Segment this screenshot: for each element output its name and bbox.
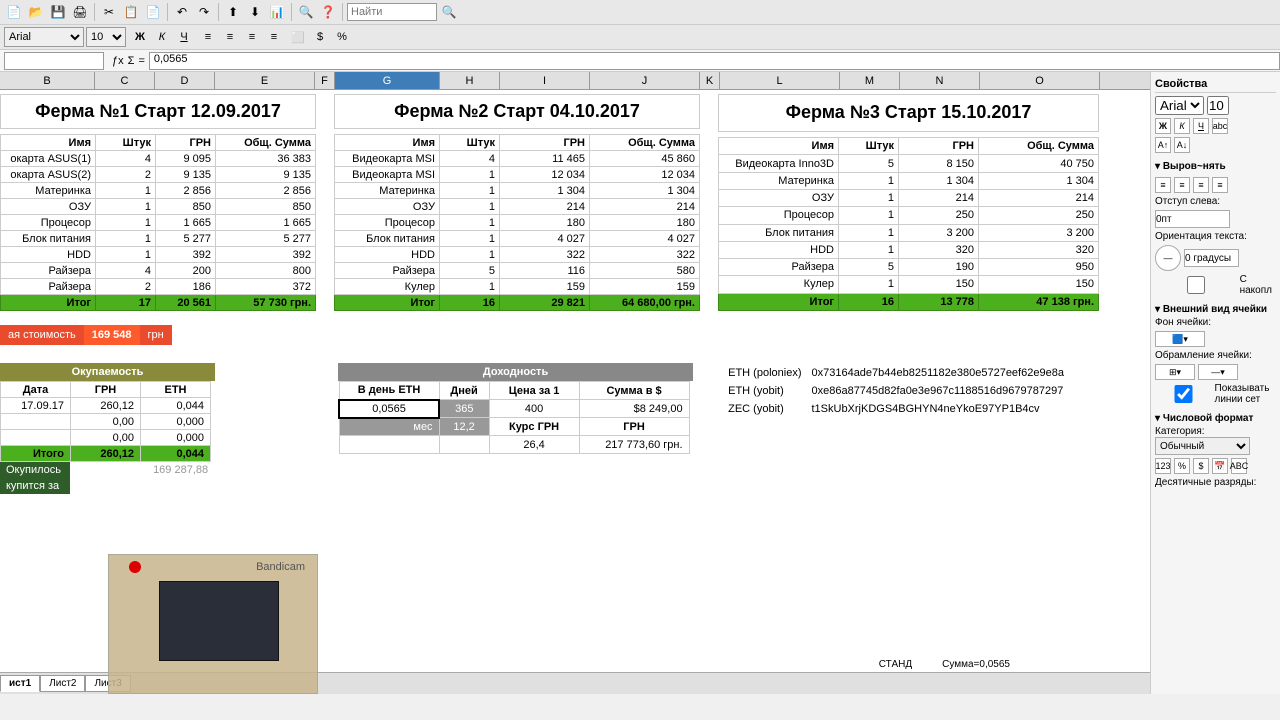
- currency-button[interactable]: $: [310, 27, 330, 47]
- redo-icon[interactable]: ↷: [194, 2, 214, 22]
- formula-bar: ƒx Σ = 0,0565: [0, 50, 1280, 72]
- find-input[interactable]: [347, 3, 437, 21]
- properties-panel: Свойства Arial Ж К Ч abc A↑ A↓ ▾ Выров~н…: [1150, 72, 1280, 694]
- border-line-picker[interactable]: —▾: [1198, 364, 1238, 380]
- column-header-J[interactable]: J: [590, 72, 700, 89]
- column-header-N[interactable]: N: [900, 72, 980, 89]
- sort-desc-icon[interactable]: ⬇: [245, 2, 265, 22]
- align-right-icon[interactable]: ≡: [1193, 177, 1209, 193]
- show-gridlines-checkbox[interactable]: [1155, 385, 1212, 403]
- orientation-degrees[interactable]: [1184, 249, 1239, 267]
- total-cost-row: ая стоимость 169 548 грн: [0, 325, 172, 345]
- fmt-date-icon[interactable]: 📅: [1212, 458, 1228, 474]
- font-name-select[interactable]: Arial: [4, 27, 84, 47]
- sum-icon[interactable]: Σ: [128, 55, 135, 67]
- status-bar: СТАНД Сумма=0,0565: [879, 656, 1010, 672]
- column-header-G[interactable]: G: [335, 72, 440, 89]
- open-icon[interactable]: 📂: [26, 2, 46, 22]
- cut-icon[interactable]: ✂: [99, 2, 119, 22]
- number-category-select[interactable]: Обычный: [1155, 437, 1250, 455]
- main-toolbar: 📄 📂 💾 🖨 ✂ 📋 📄 ↶ ↷ ⬆ ⬇ 📊 🔍 ❓ 🔍: [0, 0, 1280, 25]
- italic-button[interactable]: К: [152, 27, 172, 47]
- farm-table-3: Ферма №3 Старт 15.10.2017ИмяШтукГРНОбщ. …: [718, 94, 1099, 311]
- column-header-I[interactable]: I: [500, 72, 590, 89]
- bold-button[interactable]: Ж: [130, 27, 150, 47]
- sheet-tab-1[interactable]: Лист2: [40, 675, 85, 692]
- sidebar-font-select[interactable]: Arial: [1155, 96, 1204, 115]
- fmt-number-icon[interactable]: 123: [1155, 458, 1171, 474]
- column-header-B[interactable]: B: [0, 72, 95, 89]
- indent-input[interactable]: [1155, 210, 1230, 228]
- merge-cells-button[interactable]: ⬜: [288, 27, 308, 47]
- align-justify-icon[interactable]: ≡: [1212, 177, 1228, 193]
- column-header-L[interactable]: L: [720, 72, 840, 89]
- sheet-tab-0[interactable]: ист1: [0, 675, 40, 692]
- border-style-picker[interactable]: ⊞▾: [1155, 364, 1195, 380]
- format-toolbar: Arial 10 Ж К Ч ≡ ≡ ≡ ≡ ⬜ $ %: [0, 25, 1280, 50]
- cell-bg-picker[interactable]: 🟦▾: [1155, 331, 1205, 347]
- sidebar-font-size[interactable]: [1207, 96, 1229, 115]
- align-center-icon[interactable]: ≡: [1174, 177, 1190, 193]
- payback-block: Окупаемость ДатаГРНETH17.09.17260,120,04…: [0, 363, 215, 494]
- copy-icon[interactable]: 📋: [121, 2, 141, 22]
- align-left-icon[interactable]: ≡: [1155, 177, 1171, 193]
- align-justify-button[interactable]: ≡: [264, 27, 284, 47]
- wallet-addresses: ETH (poloniex)0x73164ade7b44eb8251182e38…: [726, 363, 1074, 419]
- sidebar-bold-button[interactable]: Ж: [1155, 118, 1171, 134]
- sidebar-italic-button[interactable]: К: [1174, 118, 1190, 134]
- filter-icon[interactable]: 🔍: [296, 2, 316, 22]
- record-icon: [129, 561, 141, 573]
- farm-table-2: Ферма №2 Старт 04.10.2017ИмяШтукГРНОбщ. …: [334, 94, 700, 311]
- column-header-H[interactable]: H: [440, 72, 500, 89]
- sidebar-underline-button[interactable]: Ч: [1193, 118, 1209, 134]
- new-icon[interactable]: 📄: [4, 2, 24, 22]
- column-header-K[interactable]: K: [700, 72, 720, 89]
- bandicam-overlay: Bandicam: [108, 554, 318, 694]
- align-center-button[interactable]: ≡: [220, 27, 240, 47]
- function-wizard-icon[interactable]: ƒx: [112, 55, 124, 67]
- column-header-C[interactable]: C: [95, 72, 155, 89]
- percent-button[interactable]: %: [332, 27, 352, 47]
- chart-icon[interactable]: 📊: [267, 2, 287, 22]
- stack-checkbox[interactable]: [1155, 276, 1237, 294]
- fmt-currency-icon[interactable]: $: [1193, 458, 1209, 474]
- help-icon[interactable]: ❓: [318, 2, 338, 22]
- fmt-text-icon[interactable]: ABC: [1231, 458, 1247, 474]
- paste-icon[interactable]: 📄: [143, 2, 163, 22]
- print-icon[interactable]: 🖨: [70, 2, 90, 22]
- sidebar-subscript-button[interactable]: A↓: [1174, 137, 1190, 153]
- column-header-E[interactable]: E: [215, 72, 315, 89]
- save-icon[interactable]: 💾: [48, 2, 68, 22]
- farm-table-1: Ферма №1 Старт 12.09.2017ИмяШтукГРНОбщ. …: [0, 94, 316, 311]
- equals-icon[interactable]: =: [138, 55, 144, 67]
- column-headers[interactable]: BCDEFGHIJKLMNO: [0, 72, 1150, 90]
- column-header-F[interactable]: F: [315, 72, 335, 89]
- align-right-button[interactable]: ≡: [242, 27, 262, 47]
- underline-button[interactable]: Ч: [174, 27, 194, 47]
- orientation-dial[interactable]: —: [1155, 245, 1181, 271]
- formula-input[interactable]: 0,0565: [149, 52, 1280, 70]
- column-header-D[interactable]: D: [155, 72, 215, 89]
- find-next-icon[interactable]: 🔍: [439, 2, 459, 22]
- column-header-O[interactable]: O: [980, 72, 1100, 89]
- font-size-select[interactable]: 10: [86, 27, 126, 47]
- spreadsheet-area[interactable]: BCDEFGHIJKLMNO Ферма №1 Старт 12.09.2017…: [0, 72, 1150, 694]
- sort-asc-icon[interactable]: ⬆: [223, 2, 243, 22]
- sidebar-supscript-button[interactable]: A↑: [1155, 137, 1171, 153]
- cell-reference-input[interactable]: [4, 52, 104, 70]
- column-header-M[interactable]: M: [840, 72, 900, 89]
- fmt-percent-icon[interactable]: %: [1174, 458, 1190, 474]
- profitability-block: Доходность В день ETHДнейЦена за 1Сумма …: [338, 363, 693, 454]
- sidebar-strike-button[interactable]: abc: [1212, 118, 1228, 134]
- undo-icon[interactable]: ↶: [172, 2, 192, 22]
- align-left-button[interactable]: ≡: [198, 27, 218, 47]
